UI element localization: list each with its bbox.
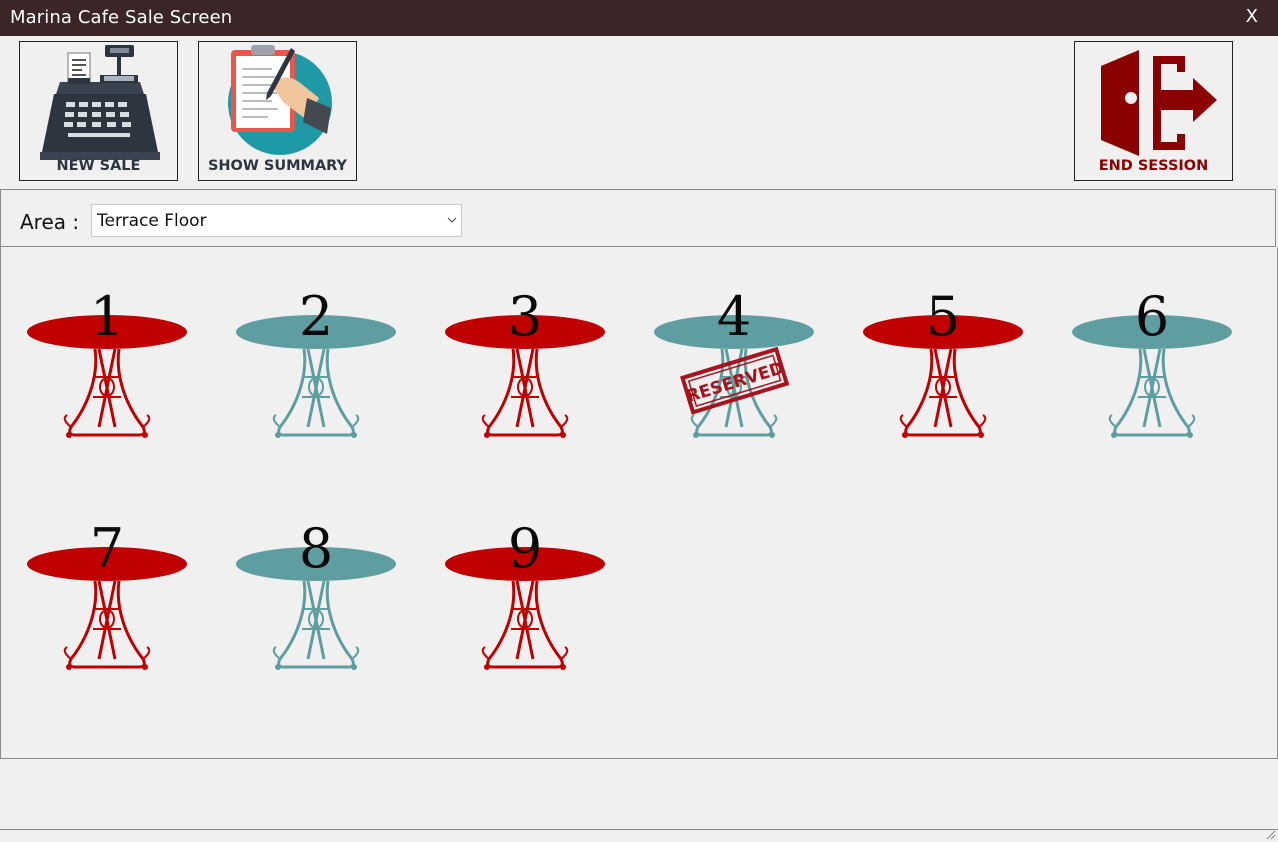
table-9[interactable]: 9 [445,509,615,679]
table-number: 5 [925,285,961,348]
close-button[interactable]: X [1246,6,1258,27]
status-area [0,759,1278,831]
show-summary-label: SHOW SUMMARY [207,158,348,174]
table-4[interactable]: 4 RESERVED [654,277,824,447]
table-number: 1 [89,285,125,348]
table-number: 3 [507,285,543,348]
divider [0,829,1278,830]
new-sale-button[interactable]: NEW SALE [19,41,178,181]
title-bar: Marina Cafe Sale Screen X [0,0,1278,36]
area-selected-value: Terrace Floor [97,211,207,231]
table-6[interactable]: 6 [1072,277,1242,447]
toolbar: NEW SALE SHOW SUMMARY END SESSION [0,36,1278,189]
table-number: 7 [89,517,125,580]
area-label: Area : [20,210,80,234]
chevron-down-icon [447,217,457,223]
new-sale-label: NEW SALE [56,158,141,174]
table-7[interactable]: 7 [27,509,197,679]
end-session-button[interactable]: END SESSION [1074,41,1233,181]
show-summary-button[interactable]: SHOW SUMMARY [198,41,357,181]
table-5[interactable]: 5 [863,277,1033,447]
table-1[interactable]: 1 [27,277,197,447]
table-number: 2 [298,285,334,348]
window-title: Marina Cafe Sale Screen [10,7,233,28]
end-session-label: END SESSION [1098,158,1209,174]
area-panel: Area : Terrace Floor [0,189,1276,247]
table-number: 9 [507,517,543,580]
table-number: 8 [298,517,334,580]
table-number: 6 [1134,285,1170,348]
area-dropdown[interactable]: Terrace Floor [91,204,462,237]
table-3[interactable]: 3 [445,277,615,447]
resize-grip-icon[interactable] [1264,828,1276,840]
reserved-stamp: RESERVED [680,346,790,415]
table-8[interactable]: 8 [236,509,406,679]
tables-panel: 1 2 3 4 RESERVED 5 6 7 8 9 [0,247,1278,759]
table-2[interactable]: 2 [236,277,406,447]
